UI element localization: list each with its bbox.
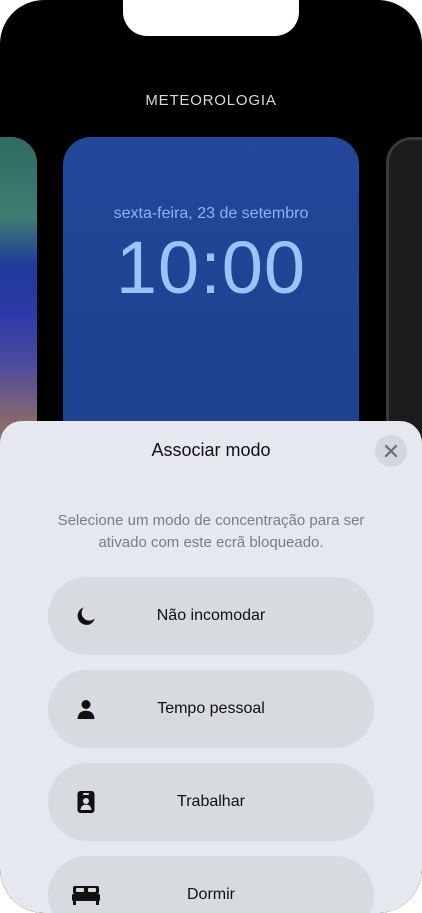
mode-label: Tempo pessoal (157, 700, 265, 717)
wallpaper-card-previous[interactable] (0, 137, 37, 457)
mode-work-button[interactable]: Trabalhar (48, 763, 374, 841)
sheet-description: Selecione um modo de concentração para s… (57, 512, 365, 551)
close-button[interactable] (375, 435, 407, 467)
wallpaper-card-current[interactable]: sexta-feira, 23 de setembro 10:00 (63, 137, 359, 467)
mode-label: Não incomodar (156, 607, 266, 624)
mode-sleep-button[interactable]: Dormir (48, 856, 374, 913)
sheet-title: Associar modo (151, 440, 271, 460)
mode-label: Trabalhar (177, 793, 245, 810)
mode-personal-time-button[interactable]: Tempo pessoal (48, 670, 374, 748)
lockscreen-time: 10:00 (115, 226, 307, 309)
close-icon (384, 444, 398, 458)
gallery-title: METEOROLOGIA (145, 92, 277, 109)
phone-screen: METEOROLOGIA sexta-feira, 23 de setembro… (0, 0, 422, 913)
mode-do-not-disturb-button[interactable]: Não incomodar (48, 577, 374, 655)
associate-mode-sheet: Associar modo Selecione um modo de conce… (0, 421, 422, 913)
mode-label: Dormir (187, 886, 235, 903)
lockscreen-date: sexta-feira, 23 de setembro (113, 205, 309, 222)
wallpaper-card-next[interactable] (386, 137, 422, 457)
notch (123, 0, 299, 36)
